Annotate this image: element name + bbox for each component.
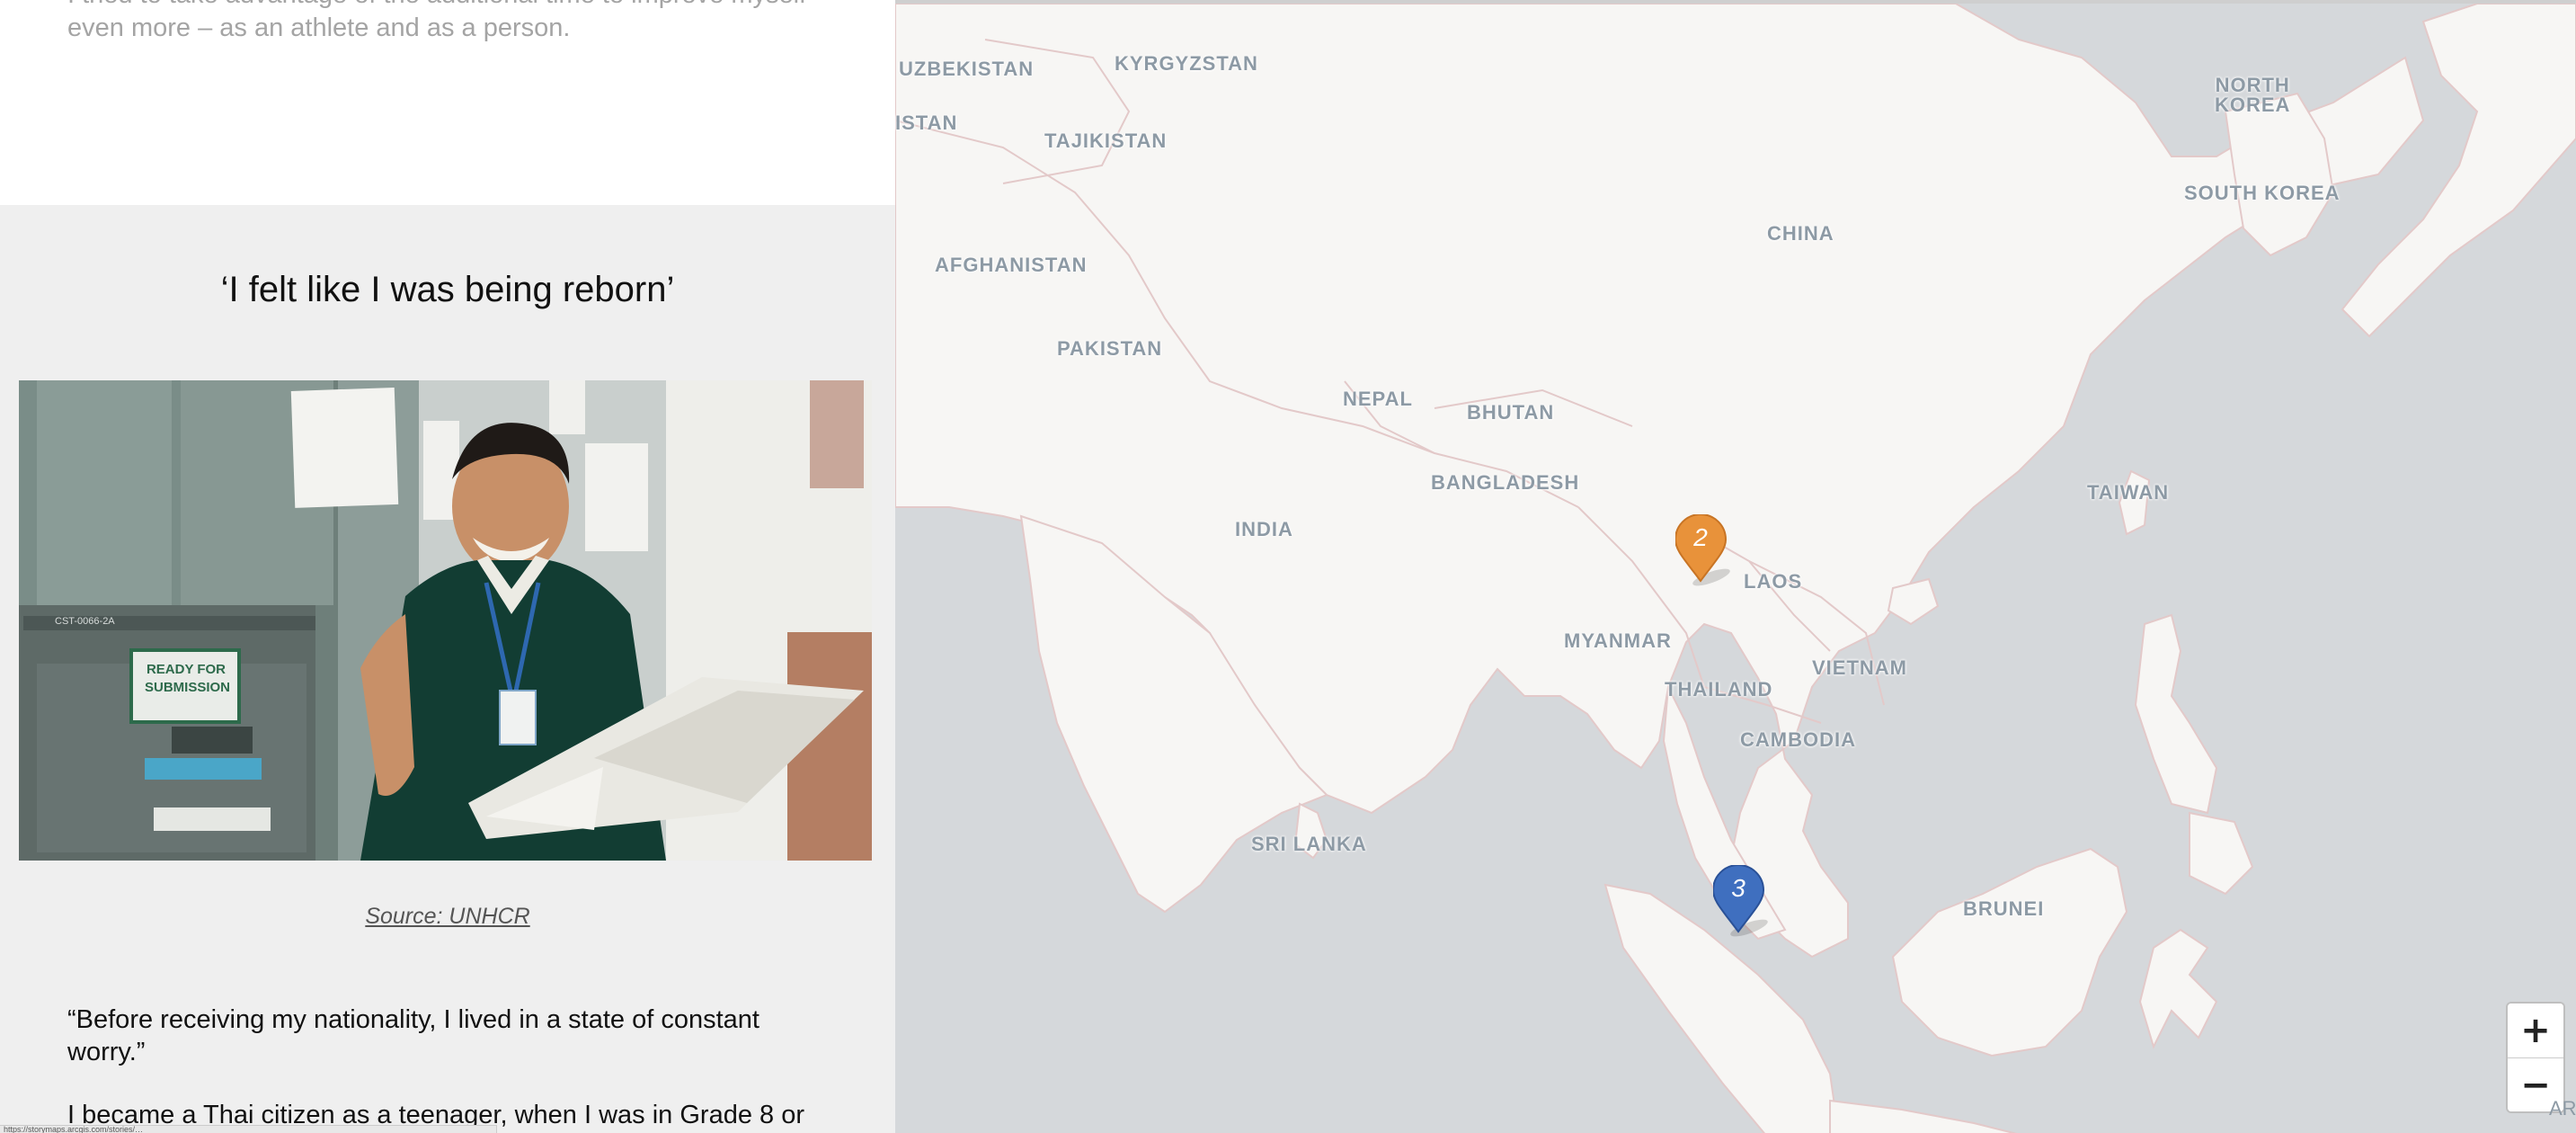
label-south-korea: SOUTH KOREA xyxy=(2184,182,2341,204)
map-view[interactable]: UZBEKISTAN KYRGYZSTAN ISTAN TAJIKISTAN N… xyxy=(895,0,2576,1133)
label-india: INDIA xyxy=(1235,518,1293,540)
previous-paragraph: I tried to take advantage of the additio… xyxy=(67,0,806,42)
label-brunei: BRUNEI xyxy=(1963,897,2045,920)
ready-for-submission-sign: READY FOR SUBMISSION xyxy=(145,662,231,695)
status-bar-url: https://storymaps.arcgis.com/stories/… xyxy=(0,1125,497,1133)
label-bangladesh: BANGLADESH xyxy=(1431,471,1580,494)
map-marker-2[interactable]: 2 xyxy=(1674,513,1730,586)
label-tajikistan: TAJIKISTAN xyxy=(1044,129,1168,152)
chapter-title: ‘I felt like I was being reborn’ xyxy=(220,270,675,309)
marker-number: 3 xyxy=(1731,874,1745,902)
label-laos: LAOS xyxy=(1744,570,1803,593)
label-uzbekistan: UZBEKISTAN xyxy=(899,58,1035,80)
label-bhutan: BHUTAN xyxy=(1467,401,1555,424)
label-istan: ISTAN xyxy=(895,112,958,134)
attribution-stub[interactable]: AR xyxy=(2549,1097,2576,1133)
label-china: CHINA xyxy=(1767,222,1834,245)
label-vietnam: VIETNAM xyxy=(1812,656,1907,679)
label-nepal: NEPAL xyxy=(1343,388,1413,410)
label-sri-lanka: SRI LANKA xyxy=(1251,833,1367,855)
label-taiwan: TAIWAN xyxy=(2087,481,2170,504)
label-north-korea: NORTH KOREA xyxy=(2215,74,2291,116)
drawer-label: CST-0066-2A xyxy=(55,616,115,627)
label-cambodia: CAMBODIA xyxy=(1740,728,1856,751)
story-panel: I tried to take advantage of the additio… xyxy=(0,0,895,1133)
zoom-in-button[interactable]: + xyxy=(2508,1004,2563,1057)
label-pakistan: PAKISTAN xyxy=(1057,337,1163,360)
photo-illustration xyxy=(19,380,872,861)
label-myanmar: MYANMAR xyxy=(1564,629,1672,652)
photo-source-link[interactable]: Source: UNHCR xyxy=(0,904,895,930)
previous-section-card: I tried to take advantage of the additio… xyxy=(0,0,895,205)
label-kyrgyzstan: KYRGYZSTAN xyxy=(1115,52,1258,75)
map-marker-3[interactable]: 3 xyxy=(1711,864,1768,937)
label-thailand: THAILAND xyxy=(1665,678,1773,700)
story-photo[interactable]: READY FOR SUBMISSION CST-0066-2A xyxy=(19,380,872,861)
marker-number: 2 xyxy=(1693,523,1708,551)
label-afghanistan: AFGHANISTAN xyxy=(935,254,1088,276)
quote-paragraph: “Before receiving my nationality, I live… xyxy=(67,1005,759,1066)
